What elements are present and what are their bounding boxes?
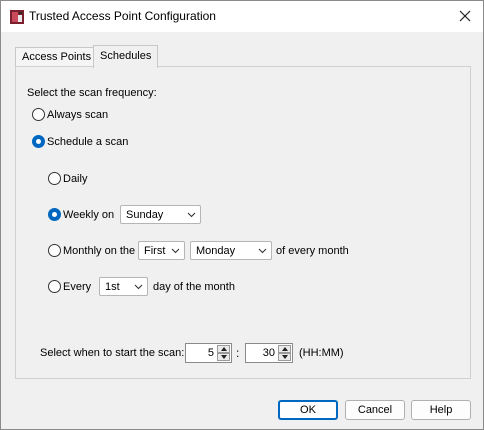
- daily-label: Daily: [63, 173, 88, 185]
- arrow-up-icon: [281, 347, 288, 351]
- minute-spinner[interactable]: 30: [245, 343, 293, 363]
- tab-schedules[interactable]: Schedules: [93, 45, 159, 68]
- every-day-select[interactable]: 1st: [99, 277, 148, 296]
- weekly-radio[interactable]: [48, 208, 61, 221]
- window-title: Trusted Access Point Configuration: [29, 9, 216, 23]
- arrow-down-icon: [281, 355, 288, 359]
- monthly-suffix: of every month: [276, 245, 349, 257]
- ok-button[interactable]: OK: [278, 400, 338, 420]
- chevron-down-icon: [171, 248, 180, 254]
- monthly-ordinal-value: First: [144, 245, 166, 257]
- arrow-up-icon: [220, 347, 227, 351]
- time-separator: :: [236, 346, 240, 360]
- weekly-day-select[interactable]: Sunday: [120, 205, 201, 224]
- monthly-radio[interactable]: [48, 244, 61, 257]
- every-day-value: 1st: [105, 281, 120, 293]
- minute-value: 30: [262, 347, 275, 359]
- every-radio[interactable]: [48, 280, 61, 293]
- monthly-label: Monthly on the: [63, 245, 136, 257]
- help-button[interactable]: Help: [411, 400, 471, 420]
- schedule-scan-radio[interactable]: [32, 135, 45, 148]
- frequency-prompt: Select the scan frequency:: [27, 87, 157, 99]
- hour-spinner[interactable]: 5: [185, 343, 232, 363]
- monthly-weekday-value: Monday: [196, 245, 236, 257]
- chevron-down-icon: [258, 248, 267, 254]
- time-format-hint: (HH:MM): [299, 347, 344, 359]
- minute-down-button[interactable]: [278, 353, 291, 361]
- tab-access-points[interactable]: Access Points: [15, 47, 99, 67]
- monthly-weekday-select[interactable]: Monday: [190, 241, 272, 260]
- cancel-button[interactable]: Cancel: [345, 400, 405, 420]
- dialog-window: Trusted Access Point Configuration Acces…: [0, 0, 484, 430]
- chevron-down-icon: [134, 284, 143, 290]
- every-label: Every: [63, 281, 92, 293]
- chevron-down-icon: [187, 212, 196, 218]
- always-scan-radio[interactable]: [32, 108, 45, 121]
- network-config-icon: [10, 10, 24, 24]
- hour-down-button[interactable]: [217, 353, 230, 361]
- close-button[interactable]: [451, 3, 479, 29]
- title-bar: Trusted Access Point Configuration: [1, 1, 483, 32]
- start-time-label: Select when to start the scan:: [40, 347, 185, 359]
- hour-up-button[interactable]: [217, 345, 230, 353]
- arrow-down-icon: [220, 355, 227, 359]
- always-scan-label: Always scan: [47, 109, 109, 121]
- minute-up-button[interactable]: [278, 345, 291, 353]
- schedule-scan-label: Schedule a scan: [47, 136, 129, 148]
- every-suffix: day of the month: [153, 281, 235, 293]
- daily-radio[interactable]: [48, 172, 61, 185]
- close-icon: [459, 10, 471, 22]
- schedules-panel: Select the scan frequency: Always scan S…: [15, 66, 471, 379]
- weekly-label: Weekly on: [63, 209, 115, 221]
- hour-value: 5: [207, 347, 214, 359]
- monthly-ordinal-select[interactable]: First: [138, 241, 185, 260]
- weekly-day-value: Sunday: [126, 209, 164, 221]
